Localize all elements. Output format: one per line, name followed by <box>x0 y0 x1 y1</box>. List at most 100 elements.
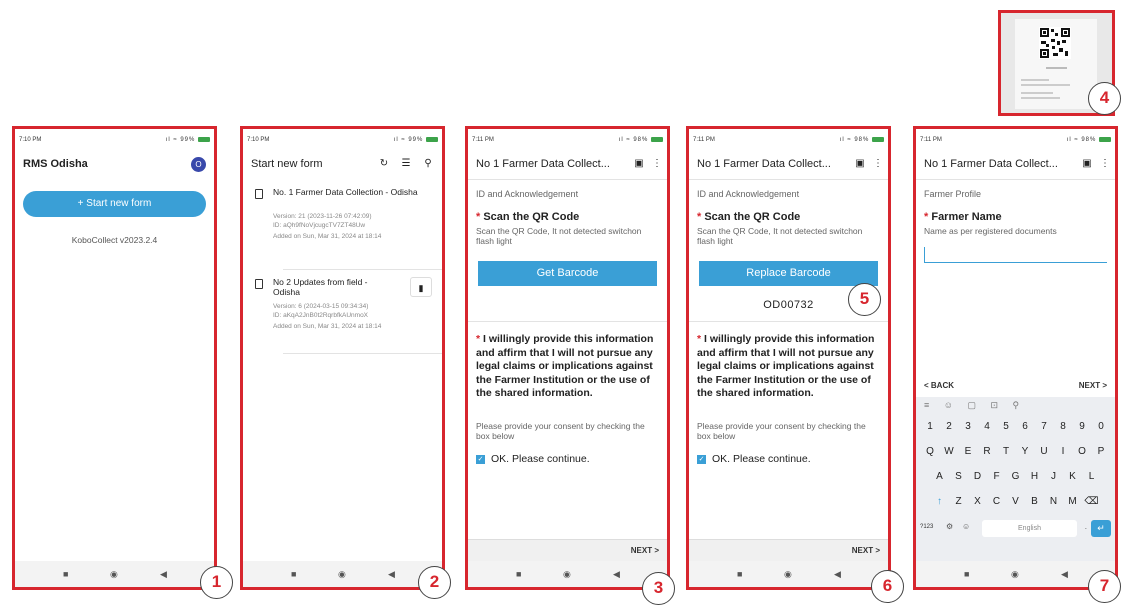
divider <box>283 353 442 354</box>
form-name: No. 1 Farmer Data Collection - Odisha <box>273 187 418 197</box>
key-8[interactable]: 8 <box>1055 417 1071 437</box>
symbols-key[interactable]: ?123 <box>920 524 933 530</box>
key-c[interactable]: C <box>989 492 1005 512</box>
key-2[interactable]: 2 <box>941 417 957 437</box>
key-d[interactable]: D <box>970 467 986 487</box>
recents-button[interactable]: ■ <box>737 569 742 579</box>
sort-icon[interactable]: ☰ <box>400 158 412 170</box>
app-bar: RMS Odisha O <box>15 155 214 177</box>
recents-button[interactable]: ■ <box>964 569 969 579</box>
key-3[interactable]: 3 <box>960 417 976 437</box>
home-button[interactable]: ◉ <box>338 569 346 580</box>
page-title: Start new form <box>251 158 323 170</box>
space-key[interactable]: English <box>982 520 1077 537</box>
status-time: 7:11 PM <box>920 137 942 143</box>
back-form-button[interactable]: < BACK <box>924 381 954 390</box>
home-button[interactable]: ◉ <box>110 569 118 580</box>
home-button[interactable]: ◉ <box>563 569 571 580</box>
recents-button[interactable]: ■ <box>516 569 521 579</box>
back-button[interactable]: ◀ <box>388 569 395 580</box>
key-p[interactable]: P <box>1093 442 1109 462</box>
key-k[interactable]: K <box>1065 467 1081 487</box>
key-t[interactable]: T <box>998 442 1014 462</box>
key-i[interactable]: I <box>1055 442 1071 462</box>
next-button[interactable]: NEXT > <box>852 546 880 555</box>
key-q[interactable]: Q <box>922 442 938 462</box>
save-icon[interactable]: ▣ <box>854 158 866 170</box>
key-s[interactable]: S <box>951 467 967 487</box>
key-l[interactable]: L <box>1084 467 1100 487</box>
key-x[interactable]: X <box>970 492 986 512</box>
more-options-icon[interactable]: ⋮ <box>651 158 663 170</box>
nav-bar: ■ ◉ ◀ <box>689 561 888 587</box>
next-form-button[interactable]: NEXT > <box>1079 381 1107 390</box>
key-h[interactable]: H <box>1027 467 1043 487</box>
status-time: 7:10 PM <box>247 137 270 143</box>
recents-button[interactable]: ■ <box>291 569 296 579</box>
more-options-icon[interactable]: ⋮ <box>872 158 884 170</box>
form-list-item[interactable]: No. 1 Farmer Data Collection - Odisha Ve… <box>255 187 434 267</box>
avatar[interactable]: O <box>191 157 206 172</box>
keyboard-toolbar: ≡ ☺ ▢ ⊡ ⚲ <box>924 400 1026 410</box>
key-e[interactable]: E <box>960 442 976 462</box>
document-icon <box>255 189 263 199</box>
key-o[interactable]: O <box>1074 442 1090 462</box>
farmer-name-input[interactable] <box>924 247 1107 263</box>
back-button[interactable]: ◀ <box>1061 569 1068 580</box>
screen-scan-result: 7:11 PM ıl ≈ 98% No 1 Farmer Data Collec… <box>686 126 891 590</box>
key-1[interactable]: 1 <box>922 417 938 437</box>
app-bar: Start new form ↻ ☰ ⚲ <box>243 155 442 177</box>
start-new-form-button[interactable]: + Start new form <box>23 191 206 217</box>
consent-checkbox[interactable]: ✓ OK. Please continue. <box>476 453 590 465</box>
consent-question: * I willingly provide this information a… <box>476 333 654 399</box>
key-v[interactable]: V <box>1008 492 1024 512</box>
back-button[interactable]: ◀ <box>834 569 841 580</box>
consent-checkbox[interactable]: ✓ OK. Please continue. <box>697 453 811 465</box>
key-g[interactable]: G <box>1008 467 1024 487</box>
settings-key[interactable]: ⚙ <box>946 522 953 531</box>
replace-barcode-button[interactable]: Replace Barcode <box>699 261 878 286</box>
key-f[interactable]: F <box>989 467 1005 487</box>
home-button[interactable]: ◉ <box>784 569 792 580</box>
recents-button[interactable]: ■ <box>63 569 68 579</box>
key-m[interactable]: M <box>1065 492 1081 512</box>
key-9[interactable]: 9 <box>1074 417 1090 437</box>
form-list-item[interactable]: No 2 Updates from field - Odisha ▮ Versi… <box>255 277 434 357</box>
key-5[interactable]: 5 <box>998 417 1014 437</box>
form-nav-bar: NEXT > <box>468 539 667 561</box>
key-w[interactable]: W <box>941 442 957 462</box>
next-button[interactable]: NEXT > <box>631 546 659 555</box>
more-options-icon[interactable]: ⋮ <box>1099 158 1111 170</box>
form-id: ID: aKqA2JnB0t2RqrbfkAUnmoX <box>273 312 369 319</box>
enter-key[interactable]: ↵ <box>1091 520 1111 537</box>
period-key[interactable]: . <box>1085 522 1087 531</box>
key-n[interactable]: N <box>1046 492 1062 512</box>
key-4[interactable]: 4 <box>979 417 995 437</box>
save-icon[interactable]: ▣ <box>633 158 645 170</box>
key-z[interactable]: Z <box>951 492 967 512</box>
backspace-key[interactable]: ⌫ <box>1084 492 1100 512</box>
key-b[interactable]: B <box>1027 492 1043 512</box>
key-7[interactable]: 7 <box>1036 417 1052 437</box>
refresh-icon[interactable]: ↻ <box>378 158 390 170</box>
back-button[interactable]: ◀ <box>160 569 167 580</box>
home-button[interactable]: ◉ <box>1011 569 1019 580</box>
screen-farmer-profile: 7:11 PM ıl ≈ 98% No 1 Farmer Data Collec… <box>913 126 1118 590</box>
key-6[interactable]: 6 <box>1017 417 1033 437</box>
get-barcode-button[interactable]: Get Barcode <box>478 261 657 286</box>
status-bar: 7:11 PM ıl ≈ 98% <box>472 137 663 147</box>
search-icon[interactable]: ⚲ <box>422 158 434 170</box>
emoji-key[interactable]: ☺ <box>962 522 970 531</box>
save-icon[interactable]: ▣ <box>1081 158 1093 170</box>
key-y[interactable]: Y <box>1017 442 1033 462</box>
key-j[interactable]: J <box>1046 467 1062 487</box>
key-r[interactable]: R <box>979 442 995 462</box>
shift-key[interactable]: ↑ <box>932 492 948 512</box>
map-icon[interactable]: ▮ <box>410 277 432 297</box>
key-u[interactable]: U <box>1036 442 1052 462</box>
key-0[interactable]: 0 <box>1093 417 1109 437</box>
question-label: * Scan the QR Code <box>476 211 580 223</box>
key-a[interactable]: A <box>932 467 948 487</box>
question-hint: Name as per registered documents <box>924 226 1057 236</box>
back-button[interactable]: ◀ <box>613 569 620 580</box>
